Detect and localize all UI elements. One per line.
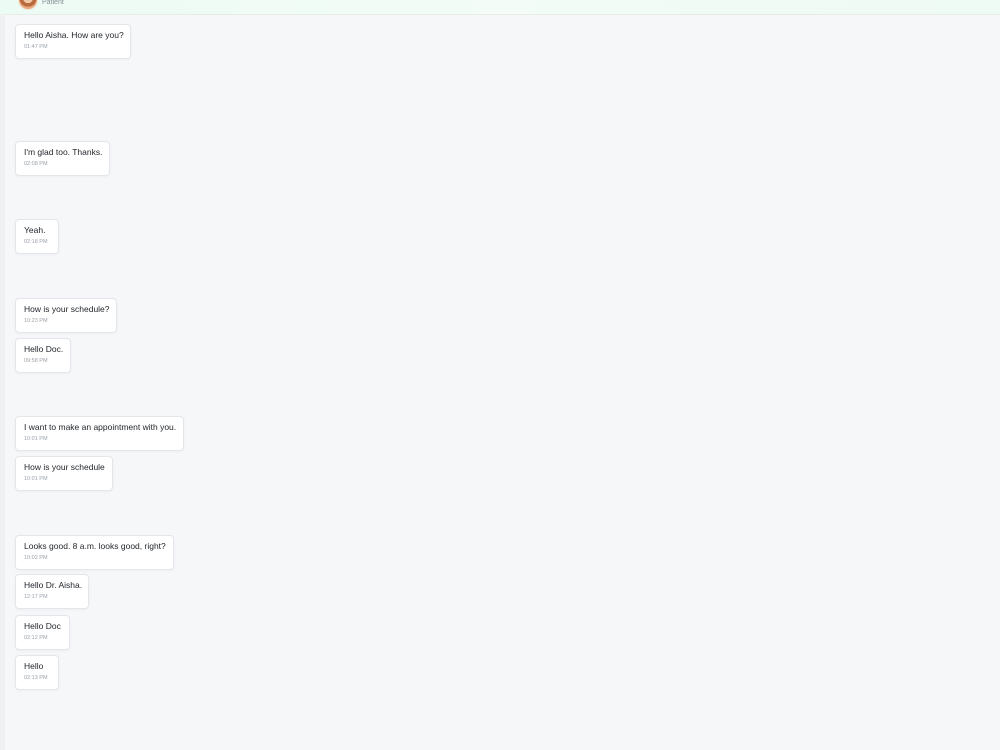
message-text: How is your schedule [24,462,105,472]
message-bubble[interactable]: Hello Doc 02:12 PM [15,615,70,650]
message-time: 02:18 PM [24,239,48,245]
message-bubble[interactable]: Hello Doc. 09:58 PM [15,338,71,373]
message-bubble[interactable]: Hello Dr. Aisha. 12:17 PM [15,574,89,609]
message-text: I'm glad too. Thanks. [24,147,103,157]
message-time: 10:23 PM [24,318,48,324]
contact-role: Patient [42,0,64,6]
message-bubble[interactable]: Looks good. 8 a.m. looks good, right? 10… [15,535,174,570]
message-time: 02:13 PM [24,675,48,681]
message-text: Hello Aisha. How are you? [24,30,124,40]
chat-header: Patient [0,0,1000,15]
message-time: 02:08 PM [24,161,48,167]
message-time: 10:02 PM [24,555,48,561]
message-text: Hello Doc [24,621,61,631]
avatar[interactable] [18,0,38,10]
message-time: 10:01 PM [24,436,48,442]
message-bubble[interactable]: How is your schedule 10:01 PM [15,456,113,491]
message-text: Hello Doc. [24,344,64,354]
message-text: Looks good. 8 a.m. looks good, right? [24,541,166,551]
message-time: 02:12 PM [24,635,48,641]
message-text: How is your schedule? [24,304,110,314]
message-time: 10:01 PM [24,476,48,482]
message-bubble[interactable]: How is your schedule? 10:23 PM [15,298,117,333]
message-list[interactable]: Hello Aisha. How are you? 01:47 PM I'm g… [5,14,1000,750]
message-time: 12:17 PM [24,594,48,600]
message-time: 01:47 PM [24,44,48,50]
message-text: I want to make an appointment with you. [24,422,177,432]
message-bubble[interactable]: Hello Aisha. How are you? 01:47 PM [15,24,131,59]
chat-app: Patient Hello Aisha. How are you? 01:47 … [0,0,1000,750]
message-bubble[interactable]: I want to make an appointment with you. … [15,416,184,451]
message-bubble[interactable]: Yeah. 02:18 PM [15,219,59,254]
message-text: Hello Dr. Aisha. [24,580,83,590]
message-bubble[interactable]: I'm glad too. Thanks. 02:08 PM [15,141,110,176]
message-text: Yeah. [24,225,46,235]
message-time: 09:58 PM [24,358,48,364]
message-text: Hello [24,661,44,671]
message-bubble[interactable]: Hello 02:13 PM [15,655,59,690]
